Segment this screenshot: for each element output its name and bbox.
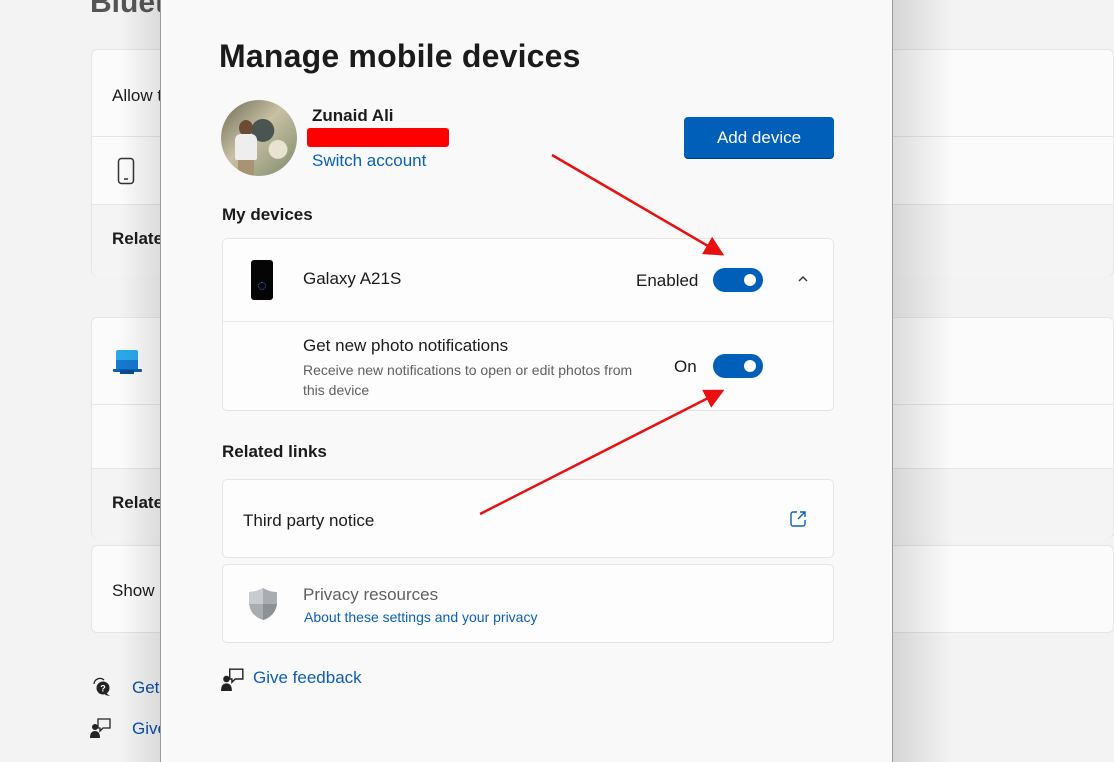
help-icon: ? bbox=[93, 677, 110, 696]
dialog-title: Manage mobile devices bbox=[219, 38, 581, 74]
dialog-shadow-right bbox=[893, 0, 953, 762]
setting-description: Receive new notifications to open or edi… bbox=[303, 362, 633, 398]
add-device-button[interactable]: Add device bbox=[684, 117, 834, 158]
device-status-label: Enabled bbox=[636, 271, 699, 290]
photo-notifications-toggle[interactable] bbox=[713, 354, 763, 378]
third-party-notice-label: Third party notice bbox=[243, 511, 375, 530]
photo-notifications-setting: Get new photo notifications Receive new … bbox=[223, 321, 833, 411]
device-name: Galaxy A21S bbox=[303, 269, 402, 288]
account-name: Zunaid Ali bbox=[312, 106, 394, 125]
device-row[interactable]: Galaxy A21S Enabled bbox=[223, 239, 833, 321]
setting-title: Get new photo notifications bbox=[303, 336, 509, 355]
my-devices-heading: My devices bbox=[222, 205, 313, 224]
chevron-up-icon[interactable] bbox=[797, 273, 809, 285]
device-enabled-toggle[interactable] bbox=[713, 268, 763, 292]
avatar-photo bbox=[235, 120, 257, 176]
setting-state-label: On bbox=[674, 357, 697, 376]
give-feedback-link[interactable]: Give feedback bbox=[253, 668, 362, 688]
related-links-heading: Related links bbox=[222, 442, 327, 461]
third-party-notice-link[interactable]: Third party notice bbox=[222, 479, 834, 558]
privacy-settings-link[interactable]: About these settings and your privacy bbox=[304, 609, 537, 625]
avatar bbox=[221, 100, 297, 176]
feedback-icon bbox=[90, 718, 111, 738]
feedback-icon bbox=[221, 668, 244, 691]
email-redaction bbox=[307, 128, 449, 147]
switch-account-link[interactable]: Switch account bbox=[312, 151, 426, 171]
privacy-resources-card: Privacy resources About these settings a… bbox=[222, 564, 834, 643]
svg-text:?: ? bbox=[100, 684, 106, 694]
dialog-shadow-left bbox=[120, 0, 161, 762]
privacy-title: Privacy resources bbox=[303, 585, 439, 604]
device-card: Galaxy A21S Enabled Get new photo notifi… bbox=[222, 238, 834, 411]
manage-mobile-devices-dialog: Manage mobile devices Zunaid Ali Switch … bbox=[160, 0, 893, 762]
shield-icon bbox=[249, 588, 277, 620]
external-link-icon bbox=[790, 511, 806, 527]
smartphone-icon bbox=[251, 260, 273, 300]
